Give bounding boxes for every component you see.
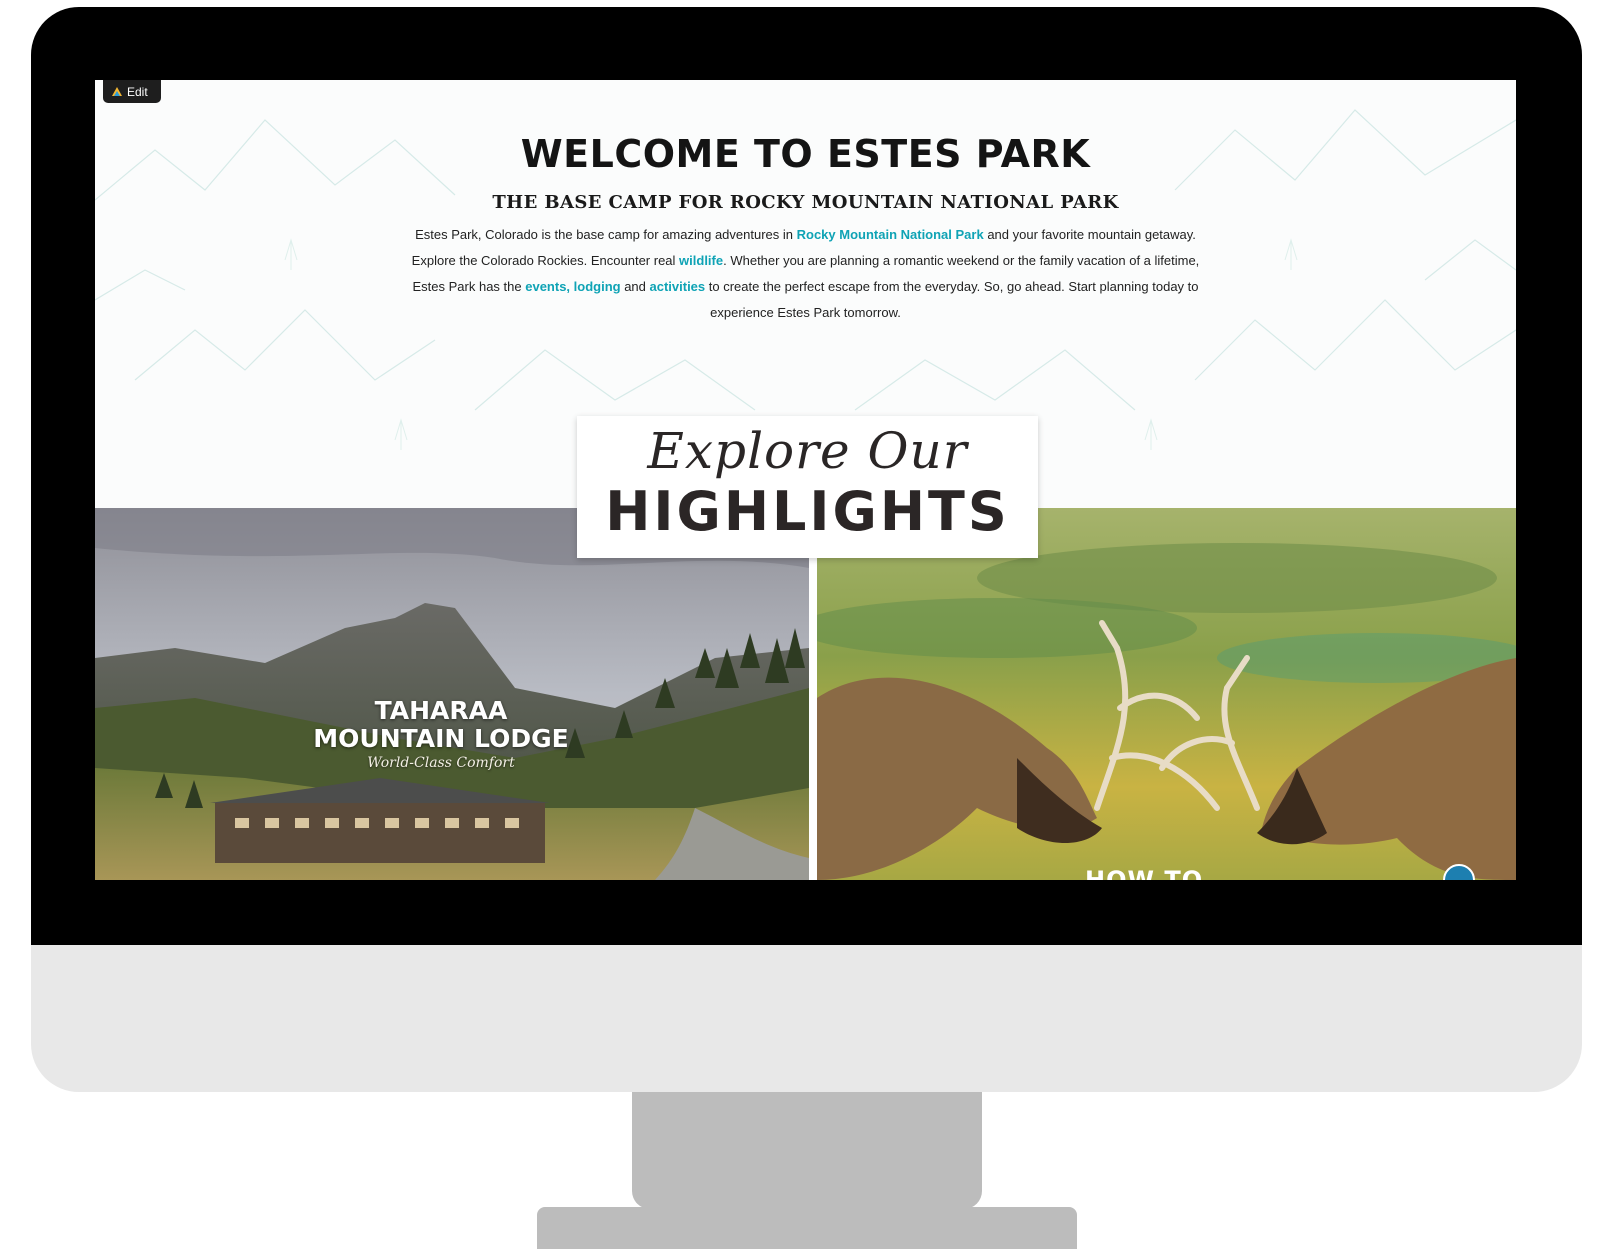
- website-screen: Edit WELCOME TO ESTES PARK THE BASE CAMP…: [95, 80, 1516, 880]
- intro-text: to create the perfect escape from the ev…: [705, 279, 1199, 320]
- edit-button[interactable]: Edit: [103, 80, 161, 103]
- intro-text: Estes Park, Colorado is the base camp fo…: [415, 227, 797, 242]
- elk-image: [817, 508, 1516, 880]
- highlights-big-heading: HIGHLIGHTS: [605, 480, 1010, 543]
- edit-logo-icon: [112, 86, 122, 96]
- highlight-divider: [809, 508, 817, 880]
- highlights-heading-card: Explore Our HIGHLIGHTS: [577, 416, 1038, 558]
- intro-paragraph: Estes Park, Colorado is the base camp fo…: [395, 222, 1216, 326]
- lodge-image: [95, 508, 809, 880]
- wildlife-card-title: HOW TO: [1085, 866, 1204, 880]
- lodge-title: TAHARAA MOUNTAIN LODGE: [291, 697, 591, 753]
- wildlife-highlight-card[interactable]: [817, 508, 1516, 880]
- lodge-highlight-card[interactable]: [95, 508, 809, 880]
- edit-button-label: Edit: [127, 84, 148, 99]
- rmnp-link[interactable]: Rocky Mountain National Park: [797, 227, 984, 242]
- events-lodging-link[interactable]: events, lodging: [525, 279, 620, 294]
- lodge-title-line1: TAHARAA: [374, 696, 508, 725]
- lodge-tagline: World-Class Comfort: [367, 755, 515, 771]
- activities-link[interactable]: activities: [650, 279, 706, 294]
- page-title: WELCOME TO ESTES PARK: [520, 132, 1091, 176]
- lodge-title-line2: MOUNTAIN LODGE: [313, 724, 569, 753]
- highlights-script-heading: Explore Our: [647, 422, 968, 480]
- wildlife-link[interactable]: wildlife: [679, 253, 723, 268]
- intro-text: and: [620, 279, 650, 294]
- page-subtitle: THE BASE CAMP FOR ROCKY MOUNTAIN NATIONA…: [492, 192, 1119, 213]
